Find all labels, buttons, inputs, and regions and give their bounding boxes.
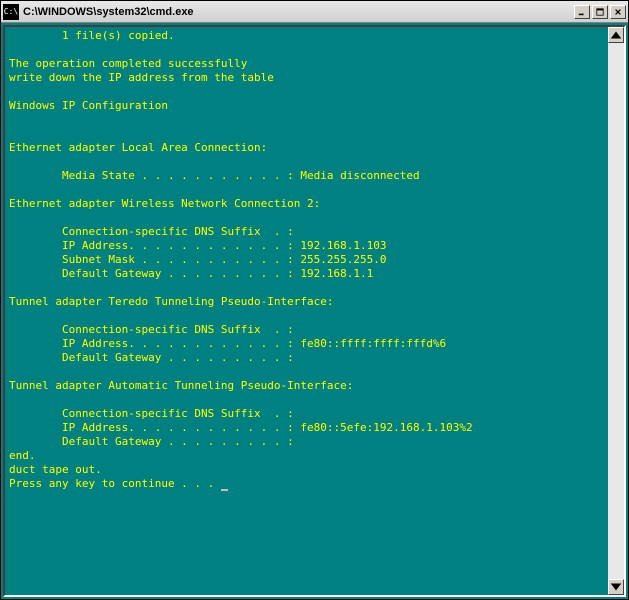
cmd-window: C:\ C:\WINDOWS\system32\cmd.exe 1 file(s… xyxy=(0,0,629,600)
console-text: 1 file(s) copied. The operation complete… xyxy=(9,29,473,490)
console-output[interactable]: 1 file(s) copied. The operation complete… xyxy=(3,25,626,597)
maximize-button[interactable] xyxy=(592,5,608,19)
minimize-button[interactable] xyxy=(574,5,590,19)
scroll-down-button[interactable] xyxy=(608,579,624,595)
window-controls xyxy=(574,5,626,19)
scroll-track[interactable] xyxy=(608,43,624,579)
window-title: C:\WINDOWS\system32\cmd.exe xyxy=(23,6,574,18)
cursor xyxy=(221,489,228,491)
vertical-scrollbar[interactable] xyxy=(608,27,624,595)
titlebar[interactable]: C:\ C:\WINDOWS\system32\cmd.exe xyxy=(1,1,628,23)
cmd-icon: C:\ xyxy=(3,4,19,20)
close-button[interactable] xyxy=(610,5,626,19)
scroll-up-button[interactable] xyxy=(608,27,624,43)
